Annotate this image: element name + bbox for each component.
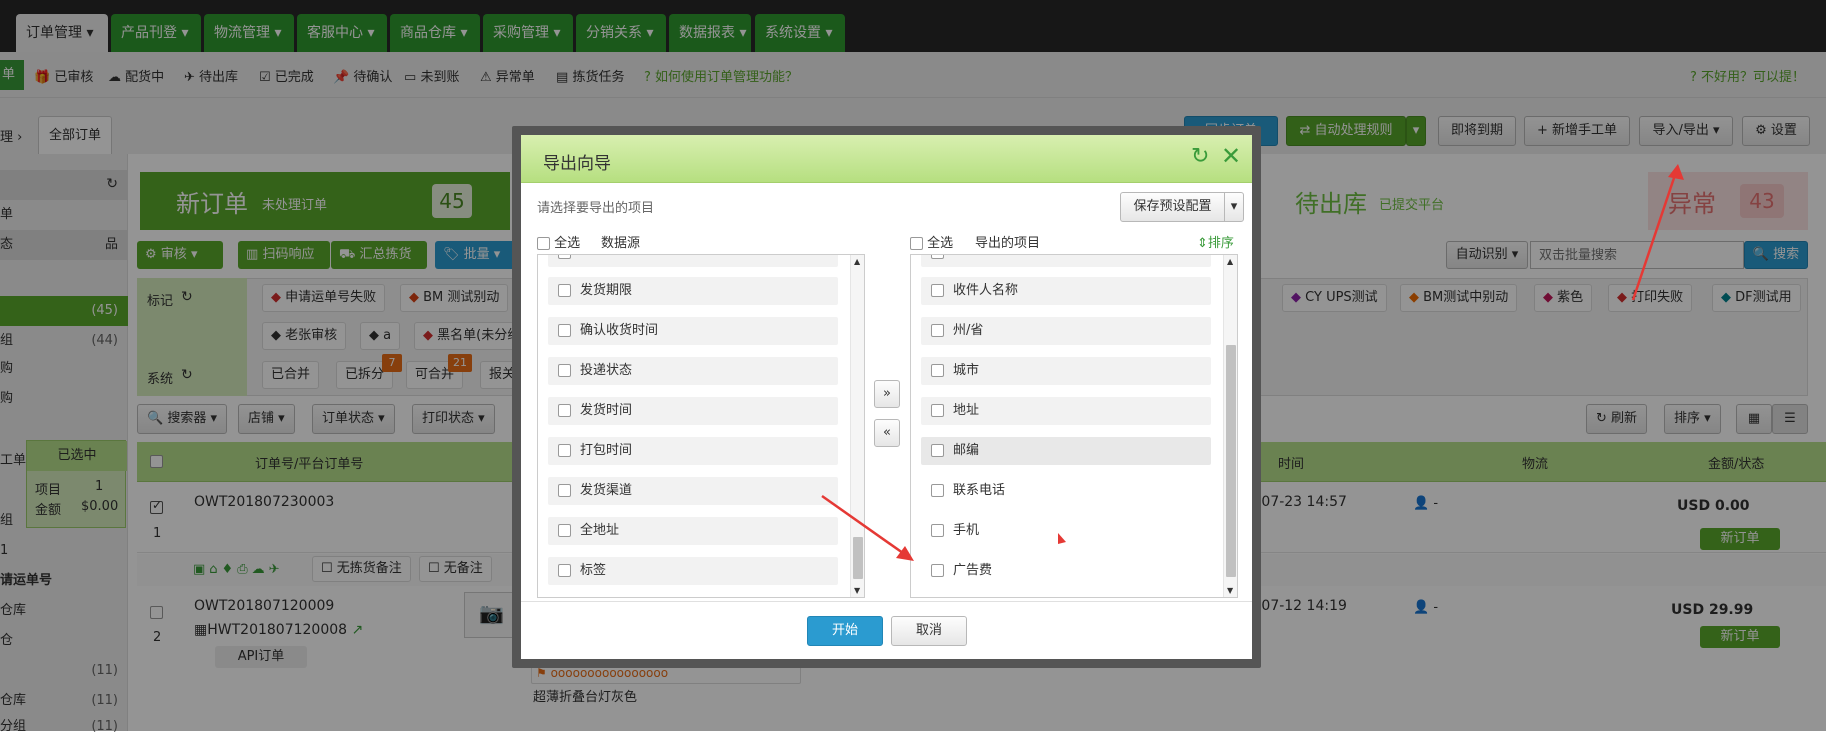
arrow-head xyxy=(1668,164,1684,180)
arrow-to-import-export xyxy=(1631,171,1678,301)
cursor-mark xyxy=(1058,533,1066,544)
annotation-arrows xyxy=(821,164,1684,561)
arrow-head xyxy=(896,546,914,561)
arrow-to-ad-fee xyxy=(821,494,911,560)
